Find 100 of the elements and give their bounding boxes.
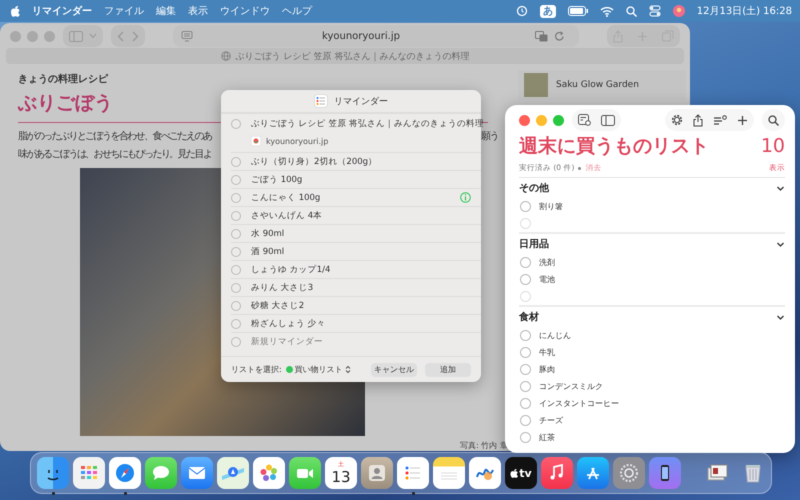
plus-icon[interactable] xyxy=(737,114,748,126)
menu-item[interactable]: ヘルプ xyxy=(282,4,312,18)
reminder-text: しょうゆ カップ1/4 xyxy=(251,264,332,276)
back-icon[interactable] xyxy=(117,30,125,42)
ad-banner[interactable]: Saku Glow Garden xyxy=(518,70,686,100)
dialog-button[interactable]: キャンセル xyxy=(371,362,417,376)
checkbox-circle[interactable] xyxy=(231,264,241,274)
apple-icon[interactable] xyxy=(10,5,20,17)
checkbox-circle[interactable] xyxy=(520,432,531,443)
envelope-icon[interactable] xyxy=(181,457,213,489)
search-icon[interactable] xyxy=(768,114,779,126)
list-icon[interactable] xyxy=(397,457,429,489)
checkbox-circle[interactable] xyxy=(520,398,531,409)
input-mode-badge[interactable]: あ xyxy=(540,4,556,18)
chevron-down-icon[interactable] xyxy=(776,240,785,248)
compass-icon[interactable] xyxy=(109,457,141,489)
info-icon[interactable] xyxy=(460,192,471,203)
checkbox-circle[interactable] xyxy=(520,257,531,268)
list-icon xyxy=(314,94,328,108)
section-title: 日用品 xyxy=(519,238,549,251)
filter-list-icon[interactable] xyxy=(713,114,727,126)
speech-bubble-icon[interactable] xyxy=(145,457,177,489)
tv-icon[interactable]: tv xyxy=(505,457,537,489)
reminder-text: 割り箸 xyxy=(539,201,563,212)
checkbox-circle[interactable] xyxy=(520,201,531,212)
reminder-text: 水 90ml xyxy=(251,228,286,240)
menu-item[interactable]: 編集 xyxy=(156,4,176,18)
page-menu-icon[interactable] xyxy=(181,30,193,42)
dialog-title: リマインダー xyxy=(334,96,388,108)
list-settings-icon[interactable] xyxy=(578,114,591,126)
avatar-icon[interactable] xyxy=(672,5,685,17)
checkbox-circle[interactable] xyxy=(231,210,241,220)
browser-tab[interactable]: ぶりごぼう レシピ 笠原 将弘さん｜みんなのきょうの料理 xyxy=(6,48,684,64)
battery-icon[interactable] xyxy=(568,6,588,16)
intro-text: 願う xyxy=(481,130,498,143)
sidebar-icon[interactable] xyxy=(601,114,615,126)
flower-icon[interactable] xyxy=(253,457,285,489)
forward-icon[interactable] xyxy=(131,30,139,42)
menu-item[interactable]: ファイル xyxy=(104,4,144,18)
toggles-icon[interactable] xyxy=(648,5,661,17)
settings-icon[interactable] xyxy=(671,114,683,126)
app-menu[interactable]: リマインダー xyxy=(32,4,92,18)
list-title: 週末に買うものリスト xyxy=(519,135,709,157)
reminder-text: ごぼう 100g xyxy=(251,174,304,186)
reminder-text: インスタントコーヒー xyxy=(539,398,619,409)
gear-icon[interactable] xyxy=(613,457,645,489)
list-popup[interactable]: 買い物リスト xyxy=(286,364,351,375)
person-card-icon[interactable] xyxy=(361,457,393,489)
window-controls[interactable] xyxy=(519,114,564,126)
checkbox-circle[interactable] xyxy=(231,246,241,256)
new-reminder-field[interactable]: 新規リマインダー xyxy=(251,337,471,347)
checkbox-circle[interactable] xyxy=(231,156,241,166)
checkbox-circle[interactable] xyxy=(520,415,531,426)
checkbox-circle[interactable] xyxy=(231,228,241,238)
dialog-button[interactable]: 追加 xyxy=(425,362,471,376)
apple-logo-glyph xyxy=(510,468,518,478)
checkbox-circle[interactable] xyxy=(520,330,531,341)
wifi-icon[interactable] xyxy=(600,6,614,16)
menu-item[interactable]: ウインドウ xyxy=(220,4,270,18)
reminder-text: コンデンスミルク xyxy=(539,381,603,392)
checkbox-circle[interactable] xyxy=(231,318,241,328)
checkbox-circle[interactable] xyxy=(231,174,241,184)
checkbox-circle[interactable] xyxy=(520,347,531,358)
chevron-down-icon[interactable] xyxy=(776,312,785,322)
app-grid-icon[interactable] xyxy=(73,457,105,489)
clock[interactable]: 12月13日(土) 16:28 xyxy=(696,4,792,18)
reminder-text: ぶり（切り身）2切れ（200g） xyxy=(251,156,378,168)
site-link[interactable]: kyounoryouri.jp xyxy=(266,136,328,146)
phone-icon[interactable] xyxy=(649,457,681,489)
notepad-icon[interactable] xyxy=(433,457,465,489)
search-icon[interactable] xyxy=(626,6,637,16)
video-camera-icon[interactable] xyxy=(289,457,321,489)
menu-item[interactable]: 表示 xyxy=(188,4,208,18)
letter-a-icon[interactable] xyxy=(577,457,609,489)
reminder-text: 牛乳 xyxy=(539,347,555,358)
checkbox-circle[interactable] xyxy=(231,192,241,202)
checkbox-circle[interactable] xyxy=(231,300,241,310)
checkbox-circle[interactable] xyxy=(231,119,241,129)
url-text[interactable]: kyounoryouri.jp xyxy=(322,30,400,42)
reminder-text: こんにゃく 100g xyxy=(251,192,322,204)
scribble-icon[interactable] xyxy=(469,457,501,489)
address-bar[interactable]: kyounoryouri.jp xyxy=(173,25,579,47)
map-pin-icon[interactable] xyxy=(217,457,249,489)
intro-text: 味があるごぼうは、おせちにもぴったり。見た目よ xyxy=(18,148,212,161)
checkbox-circle[interactable] xyxy=(231,337,241,347)
item-count: 10 xyxy=(760,135,785,157)
reminder-text: 紅茶 xyxy=(539,432,555,443)
section-title: 食材 xyxy=(519,310,539,324)
checkbox-circle[interactable] xyxy=(520,364,531,375)
ad-image-placeholder xyxy=(524,73,548,97)
list-label: リストを選択: xyxy=(231,364,282,375)
chevron-down-icon[interactable] xyxy=(776,184,785,192)
checkbox-circle[interactable] xyxy=(231,282,241,292)
checkbox-circle[interactable] xyxy=(520,381,531,392)
checkbox-circle[interactable] xyxy=(520,274,531,285)
share-icon[interactable] xyxy=(693,114,703,126)
reload-icon[interactable] xyxy=(554,30,565,42)
face-icon[interactable] xyxy=(37,457,69,489)
section-title: その他 xyxy=(519,182,549,195)
music-note-icon[interactable] xyxy=(541,457,573,489)
